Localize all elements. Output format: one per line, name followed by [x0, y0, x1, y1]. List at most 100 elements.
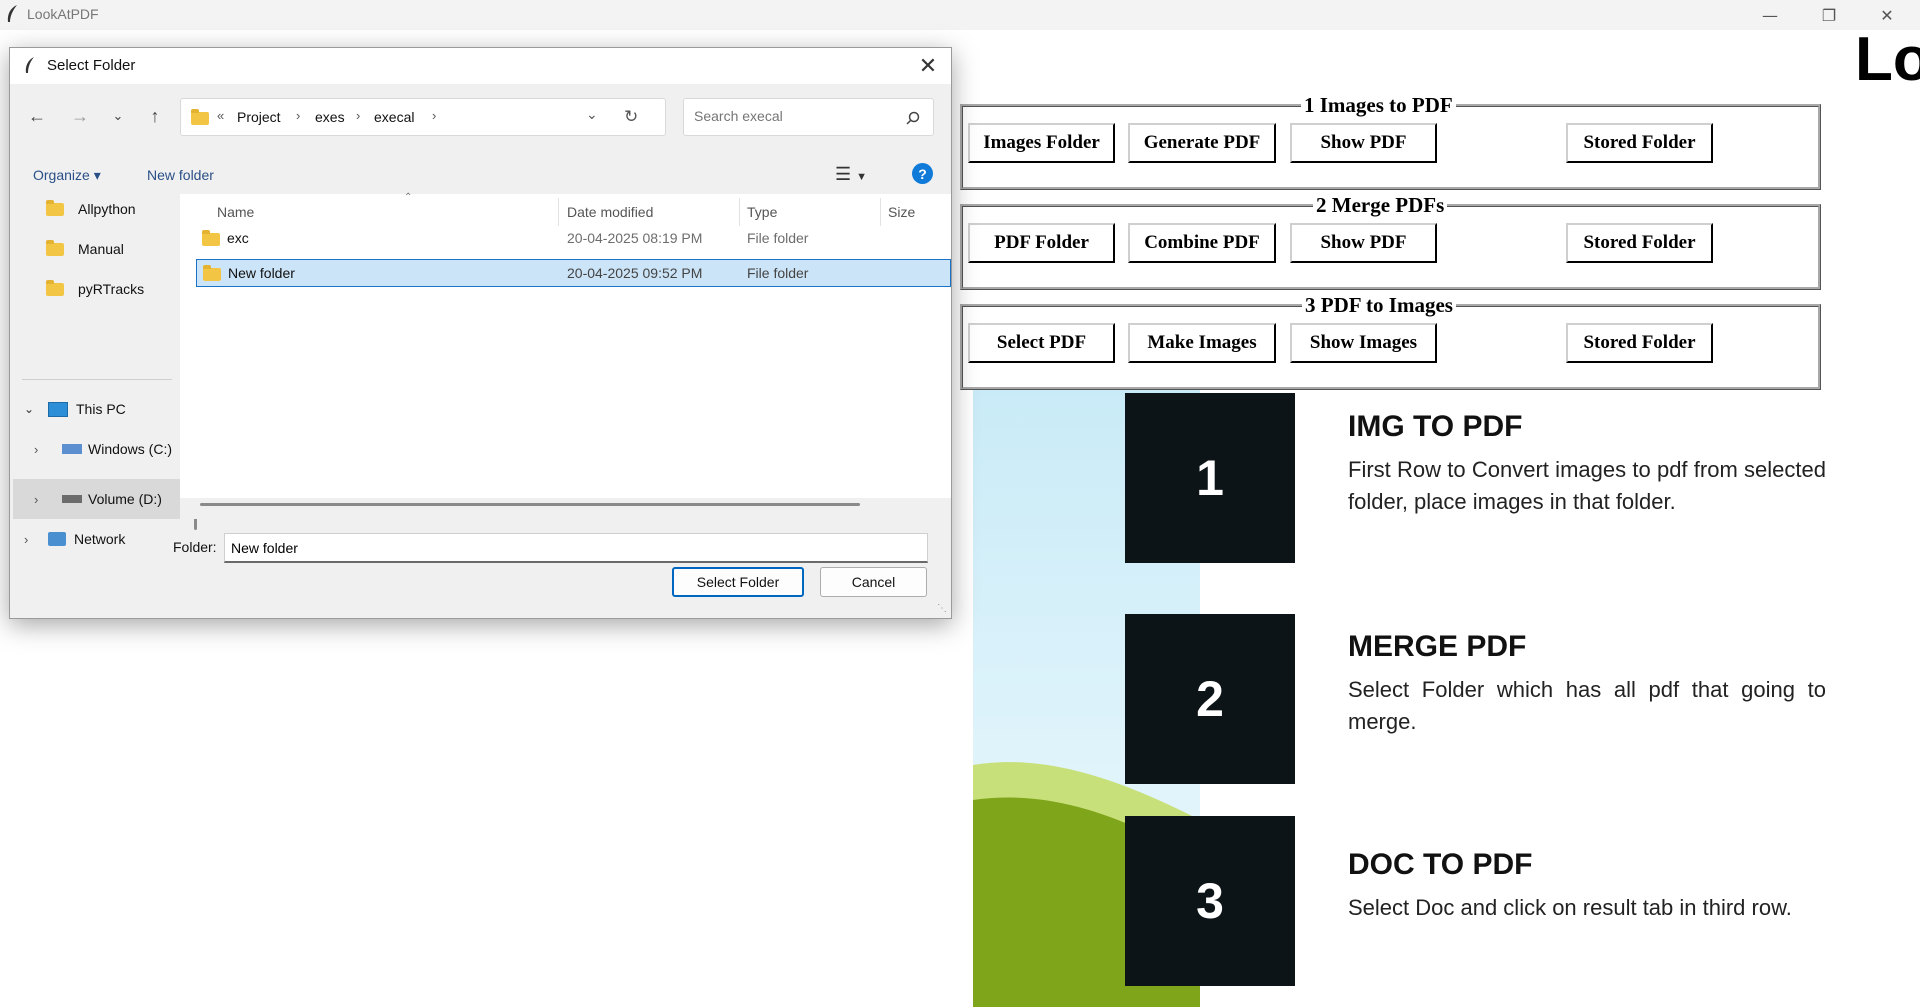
cancel-button[interactable]: Cancel: [820, 567, 927, 597]
divider: [22, 379, 172, 380]
refresh-icon[interactable]: ↻: [624, 107, 638, 127]
select-folder-button[interactable]: Select Folder: [672, 567, 804, 597]
step-description: Select Folder which has all pdf that goi…: [1348, 677, 1826, 734]
search-box[interactable]: [683, 98, 934, 136]
nav-item-volume-d[interactable]: › Volume (D:): [34, 484, 162, 514]
pdf-folder-button[interactable]: PDF Folder: [968, 223, 1115, 263]
folder-icon: [203, 265, 221, 281]
file-name: exc: [227, 230, 249, 246]
dialog-toolbar: Organize ▾ New folder ☰ ▼ ?: [10, 158, 951, 194]
app-logo-text: Lo: [1855, 25, 1920, 94]
folder-icon: [46, 200, 64, 216]
computer-icon: [48, 401, 68, 417]
search-input[interactable]: [692, 107, 896, 125]
drive-icon: [62, 444, 82, 454]
breadcrumb-item[interactable]: execal: [374, 109, 414, 125]
maximize-button[interactable]: ❐: [1800, 0, 1858, 30]
chevron-right-icon[interactable]: ›: [356, 108, 360, 123]
folder-icon: [46, 280, 64, 296]
horizontal-scroll-track: [180, 498, 951, 519]
nav-item-label: This PC: [76, 401, 126, 417]
file-list-pane: ⌃ Name Date modified Type Size exc 20-04…: [180, 192, 951, 519]
feather-icon: [7, 5, 17, 22]
resize-grip-icon[interactable]: ⋱: [937, 603, 947, 614]
folder-name-field[interactable]: New folder: [224, 533, 928, 563]
column-divider[interactable]: [739, 198, 740, 226]
dialog-titlebar: [10, 48, 951, 84]
recent-locations-chevron-icon[interactable]: ⌄: [105, 103, 131, 129]
file-row[interactable]: exc 20-04-2025 08:19 PM File folder: [196, 224, 951, 252]
column-header-date[interactable]: Date modified: [567, 204, 653, 220]
dialog-close-button[interactable]: ✕: [913, 52, 943, 80]
new-folder-button[interactable]: New folder: [147, 167, 214, 183]
step-description: First Row to Convert images to pdf from …: [1348, 457, 1826, 514]
section-title: 2 Merge PDFs: [1313, 193, 1448, 218]
instructions-image: 1 IMG TO PDF First Row to Convert images…: [973, 390, 1826, 1007]
organize-menu[interactable]: Organize ▾: [33, 167, 101, 184]
folder-icon: [46, 240, 64, 256]
show-images-button[interactable]: Show Images: [1290, 323, 1437, 363]
nav-item-label: Allpython: [78, 201, 136, 217]
chevron-right-icon[interactable]: ›: [296, 108, 300, 123]
file-date: 20-04-2025 09:52 PM: [567, 265, 703, 281]
network-icon: [48, 532, 66, 546]
make-images-button[interactable]: Make Images: [1128, 323, 1276, 363]
up-arrow-icon[interactable]: ↑: [142, 103, 168, 129]
overflow-chevron-icon[interactable]: «: [217, 108, 224, 123]
breadcrumb-item[interactable]: exes: [315, 109, 345, 125]
column-divider[interactable]: [880, 198, 881, 226]
feather-icon: [25, 57, 34, 73]
nav-item-label: Volume (D:): [88, 491, 162, 507]
chevron-right-icon[interactable]: ›: [34, 442, 50, 457]
generate-pdf-button[interactable]: Generate PDF: [1128, 123, 1276, 163]
nav-item-manual[interactable]: Manual: [46, 234, 124, 264]
step-description: Select Doc and click on result tab in th…: [1348, 895, 1792, 920]
stored-folder-button[interactable]: Stored Folder: [1566, 123, 1713, 163]
search-icon[interactable]: [906, 111, 920, 125]
step-number: 1: [1125, 393, 1295, 563]
stored-folder-button[interactable]: Stored Folder: [1566, 323, 1713, 363]
nav-item-pyrtracks[interactable]: pyRTracks: [46, 274, 144, 304]
column-header-type[interactable]: Type: [747, 204, 777, 220]
chevron-down-icon[interactable]: ⌄: [24, 402, 40, 416]
section-title: 3 PDF to Images: [1302, 293, 1456, 318]
nav-item-windows-c[interactable]: › Windows (C:): [34, 434, 172, 464]
chevron-right-icon[interactable]: ›: [24, 532, 40, 547]
file-type: File folder: [747, 230, 809, 246]
nav-item-allpython[interactable]: Allpython: [46, 194, 136, 224]
address-bar[interactable]: « Project › exes › execal › ⌄ ↻: [180, 98, 666, 136]
view-options-icon[interactable]: ☰ ▼: [835, 164, 867, 185]
file-row-selected[interactable]: New folder 20-04-2025 09:52 PM File fold…: [196, 259, 951, 287]
file-name: New folder: [228, 265, 295, 281]
step-number: 3: [1125, 816, 1295, 986]
app-titlebar: [0, 0, 1920, 30]
nav-item-label: Network: [74, 531, 126, 547]
back-arrow-icon[interactable]: ←: [24, 103, 50, 129]
chevron-right-icon[interactable]: ›: [34, 492, 50, 507]
column-divider[interactable]: [558, 198, 559, 226]
chevron-right-icon[interactable]: ›: [432, 108, 436, 123]
combine-pdf-button[interactable]: Combine PDF: [1128, 223, 1276, 263]
forward-arrow-icon[interactable]: →: [67, 103, 93, 129]
select-pdf-button[interactable]: Select PDF: [968, 323, 1115, 363]
horizontal-scrollbar[interactable]: [200, 503, 860, 506]
images-folder-button[interactable]: Images Folder: [968, 123, 1115, 163]
file-date: 20-04-2025 08:19 PM: [567, 230, 703, 246]
app-title: LookAtPDF: [27, 6, 99, 22]
nav-item-this-pc[interactable]: ⌄ This PC: [24, 394, 126, 424]
chevron-down-icon[interactable]: ⌄: [586, 106, 598, 123]
step-heading: MERGE PDF: [1348, 630, 1527, 663]
breadcrumb-item[interactable]: Project: [237, 109, 281, 125]
column-header-name[interactable]: Name: [217, 204, 254, 220]
minimize-button[interactable]: —: [1741, 0, 1799, 30]
show-pdf-button[interactable]: Show PDF: [1290, 123, 1437, 163]
nav-item-network[interactable]: › Network: [24, 524, 125, 554]
nav-item-label: pyRTracks: [78, 281, 145, 297]
select-folder-dialog: Select Folder ✕ ← → ⌄ ↑ « Project › exes…: [9, 47, 952, 619]
stored-folder-button[interactable]: Stored Folder: [1566, 223, 1713, 263]
drive-icon: [62, 495, 82, 503]
show-pdf-button[interactable]: Show PDF: [1290, 223, 1437, 263]
column-header-size[interactable]: Size: [888, 204, 915, 220]
dialog-title: Select Folder: [47, 57, 136, 74]
help-icon[interactable]: ?: [912, 163, 933, 184]
